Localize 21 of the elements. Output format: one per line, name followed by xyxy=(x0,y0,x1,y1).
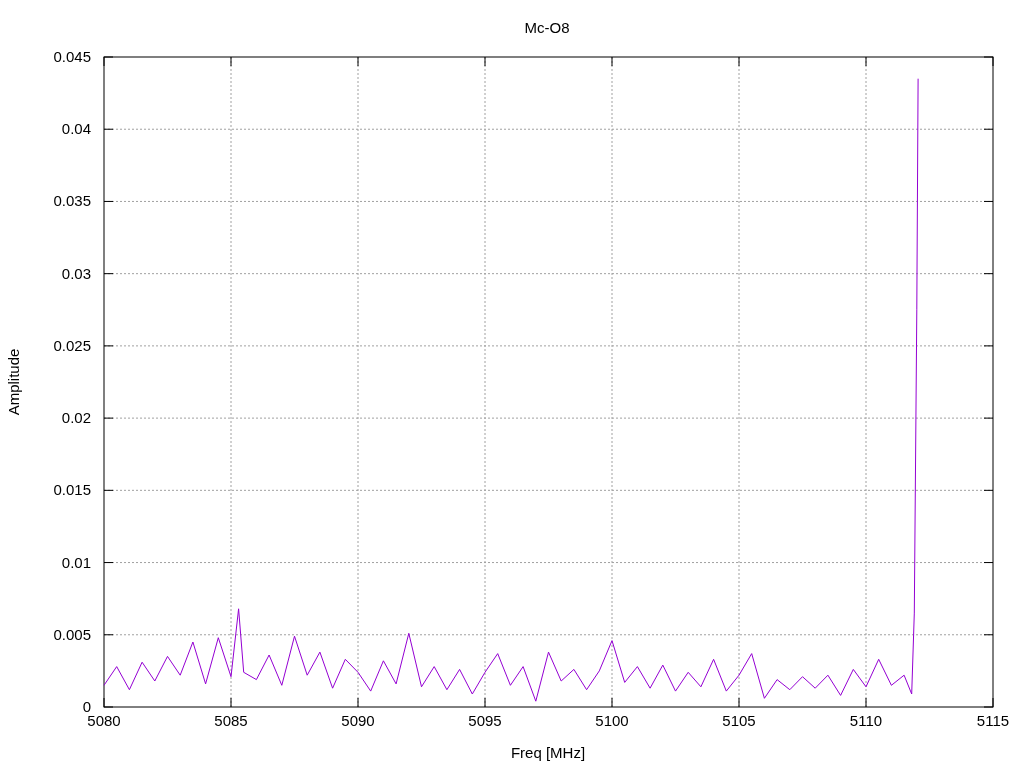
y-tick-label: 0.02 xyxy=(61,409,91,427)
y-tick-label: 0.005 xyxy=(53,625,91,643)
chart-title: Mc-O8 xyxy=(524,19,570,36)
y-tick-label: 0.045 xyxy=(53,48,91,65)
x-tick-label: 5110 xyxy=(849,712,883,729)
x-tick-label: 5105 xyxy=(722,712,756,729)
x-tick-label: 5100 xyxy=(595,712,629,729)
x-tick-label: 5080 xyxy=(87,712,121,729)
y-tick-label: 0.015 xyxy=(53,481,91,499)
y-tick-label: 0.04 xyxy=(61,120,91,138)
y-tick-label: 0.01 xyxy=(61,553,91,571)
y-axis-label: Amplitude xyxy=(5,348,22,416)
x-tick-label: 5115 xyxy=(976,712,1010,729)
y-tick-label: 0.025 xyxy=(53,336,91,354)
x-tick-label: 5095 xyxy=(468,712,502,729)
y-tick-label: 0 xyxy=(82,698,91,715)
x-axis-label: Freq [MHz] xyxy=(510,744,586,761)
y-tick-label: 0.035 xyxy=(53,192,91,210)
y-tick-label: 0.03 xyxy=(61,264,91,282)
x-tick-label: 5085 xyxy=(214,712,248,729)
x-tick-label: 5090 xyxy=(341,712,375,729)
